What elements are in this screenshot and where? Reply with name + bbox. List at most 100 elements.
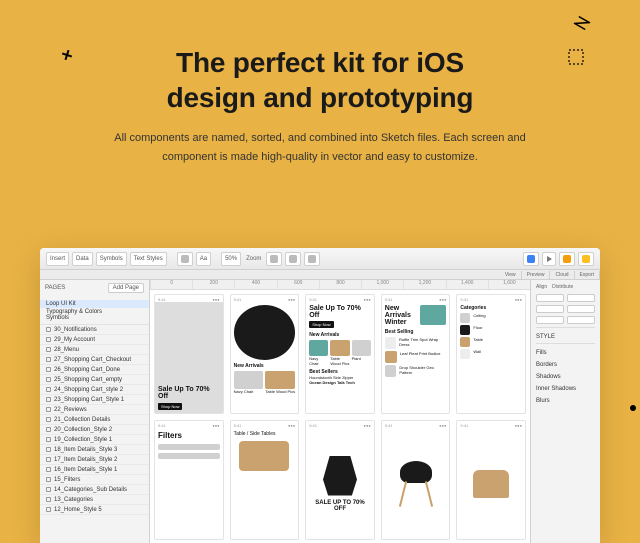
style-label: STYLE — [536, 334, 595, 340]
layer-row[interactable]: 27_Shopping Cart_Checkout — [40, 355, 149, 365]
layer-label: 29_My Account — [54, 337, 95, 343]
h-input[interactable] — [567, 305, 595, 313]
layer-row[interactable]: 24_Shopping Cart_style 2 — [40, 385, 149, 395]
ruler-tick: 0 — [150, 280, 192, 289]
insert-button[interactable]: Insert — [46, 252, 69, 266]
layer-row[interactable]: 13_Categories — [40, 495, 149, 505]
artboard[interactable]: 13_Categories9:41●●● Categories Ceiling … — [456, 294, 526, 414]
inspector-panel: Align Distribute STYLE Fills Borders Sha… — [530, 280, 600, 543]
layer-label: 26_Shopping Cart_Done — [54, 367, 120, 373]
symbols-button[interactable]: Symbols — [96, 252, 127, 266]
blurs-section[interactable]: Blurs — [536, 398, 595, 404]
layer-row[interactable]: 22_Reviews — [40, 405, 149, 415]
textstyles-button[interactable]: Text Styles — [130, 252, 167, 266]
ruler-tick: 800 — [319, 280, 361, 289]
align-tab[interactable]: Align — [536, 284, 547, 290]
artboard[interactable]: 9:41●●● Filters — [154, 420, 224, 540]
layer-row[interactable]: 14_Categories_Sub Details — [40, 485, 149, 495]
layer-label: 18_Item Details_Style 3 — [54, 447, 117, 453]
layer-label: 15_Filters — [54, 477, 80, 483]
layer-row[interactable]: 15_Filters — [40, 475, 149, 485]
y-input[interactable] — [567, 294, 595, 302]
view-button[interactable] — [523, 252, 539, 266]
mask-tool-button[interactable] — [285, 252, 301, 266]
pages-label: PAGES — [45, 285, 65, 291]
x-input[interactable] — [536, 294, 564, 302]
rotate-input[interactable] — [536, 316, 564, 324]
edit-tool-button[interactable] — [266, 252, 282, 266]
artboard[interactable]: 11_Home_Style 49:41●●● Sale Up To 70% Of… — [154, 294, 224, 414]
layer-row[interactable]: 17_Item Details_Style 2 — [40, 455, 149, 465]
export-button[interactable] — [578, 252, 594, 266]
hero-subtitle: All components are named, sorted, and co… — [100, 129, 540, 166]
layer-row[interactable]: 30_Notifications — [40, 325, 149, 335]
ruler-tick: 200 — [192, 280, 234, 289]
layer-row[interactable]: 19_Collection_Style 1 — [40, 435, 149, 445]
app-toolbar: Insert Data Symbols Text Styles Aa 50% Z… — [40, 248, 600, 270]
ruler-tick: 1,000 — [361, 280, 403, 289]
layer-label: 20_Collection_Style 2 — [54, 427, 112, 433]
ruler-tick: 400 — [234, 280, 276, 289]
layer-label: 16_Item Details_Style 1 — [54, 467, 117, 473]
layer-row[interactable]: 29_My Account — [40, 335, 149, 345]
distribute-tab[interactable]: Distribute — [552, 284, 573, 290]
design-app-window: Insert Data Symbols Text Styles Aa 50% Z… — [40, 248, 600, 543]
ruler-tick: 1,200 — [403, 280, 445, 289]
decor-dot-icon — [630, 405, 636, 411]
artboard[interactable]: 9:41●●● New Arrivals Winter Best Selling… — [381, 294, 451, 414]
layer-label: 30_Notifications — [54, 327, 97, 333]
layer-label: 24_Shopping Cart_style 2 — [54, 387, 123, 393]
artboard[interactable]: 18_Item Details_Style 39:41●●● Table / S… — [230, 420, 300, 540]
zoom-label: Zoom — [244, 256, 263, 262]
tab-view[interactable]: View — [500, 271, 522, 279]
artboard[interactable]: 9:41●●● Sale Up To 70% OffShop Now New A… — [305, 294, 375, 414]
layer-label: 17_Item Details_Style 2 — [54, 457, 117, 463]
ruler-tick: 600 — [277, 280, 319, 289]
artboard[interactable]: 9:41●●● SALE UP TO 70% OFF — [305, 420, 375, 540]
hero-title: The perfect kit for iOS design and proto… — [0, 45, 640, 115]
decor-z-icon — [573, 15, 590, 31]
layer-row[interactable]: 28_Menu — [40, 345, 149, 355]
tab-export[interactable]: Export — [575, 271, 600, 279]
toolbar-right-tabs: View Preview Cloud Export — [40, 270, 600, 280]
artboard[interactable]: 21_Collection Details9:41●●● — [456, 420, 526, 540]
canvas[interactable]: 02004006008001,0001,2001,4001,600 11_Hom… — [150, 280, 530, 543]
layer-row[interactable]: 25_Shopping Cart_empty — [40, 375, 149, 385]
page-item[interactable]: Loop UI Kit — [40, 300, 149, 308]
ruler-tick: 1,400 — [446, 280, 488, 289]
layer-row[interactable]: 26_Shopping Cart_Done — [40, 365, 149, 375]
layers-panel: PAGES Add Page Loop UI Kit Typography & … — [40, 280, 150, 543]
fills-section[interactable]: Fills — [536, 350, 595, 356]
artboard[interactable]: 17_Item_Details_Style 29:41●●● — [381, 420, 451, 540]
add-page-button[interactable]: Add Page — [108, 283, 144, 293]
w-input[interactable] — [536, 305, 564, 313]
layer-row[interactable]: 21_Collection Details — [40, 415, 149, 425]
text-tool-button[interactable]: Aa — [196, 252, 211, 266]
borders-section[interactable]: Borders — [536, 362, 595, 368]
shadows-section[interactable]: Shadows — [536, 374, 595, 380]
innershadows-section[interactable]: Inner Shadows — [536, 386, 595, 392]
zoom-value[interactable]: 50% — [221, 252, 241, 266]
layer-row[interactable]: 18_Item Details_Style 3 — [40, 445, 149, 455]
tab-cloud[interactable]: Cloud — [550, 271, 574, 279]
layer-label: 13_Categories — [54, 497, 93, 503]
layer-row[interactable]: 12_Home_Style 5 — [40, 505, 149, 515]
layer-label: 14_Categories_Sub Details — [54, 487, 127, 493]
layer-row[interactable]: 20_Collection_Style 2 — [40, 425, 149, 435]
layer-row[interactable]: 16_Item Details_Style 1 — [40, 465, 149, 475]
boolean-tool-button[interactable] — [304, 252, 320, 266]
hero-title-line1: The perfect kit for iOS — [176, 47, 464, 78]
cloud-button[interactable] — [559, 252, 575, 266]
radius-input[interactable] — [567, 316, 595, 324]
layer-label: 28_Menu — [54, 347, 79, 353]
hero-title-line2: design and prototyping — [167, 82, 474, 113]
data-button[interactable]: Data — [72, 252, 93, 266]
artboard[interactable]: 9:41●●● New Arrivals Navy Chair Table Wo… — [230, 294, 300, 414]
shape-tool-button[interactable] — [177, 252, 193, 266]
layer-row[interactable]: 23_Shopping Cart_Style 1 — [40, 395, 149, 405]
ruler-top: 02004006008001,0001,2001,4001,600 — [150, 280, 530, 290]
page-item[interactable]: Symbols — [46, 315, 143, 321]
tab-preview[interactable]: Preview — [522, 271, 551, 279]
layer-label: 22_Reviews — [54, 407, 87, 413]
preview-button[interactable] — [542, 252, 556, 266]
